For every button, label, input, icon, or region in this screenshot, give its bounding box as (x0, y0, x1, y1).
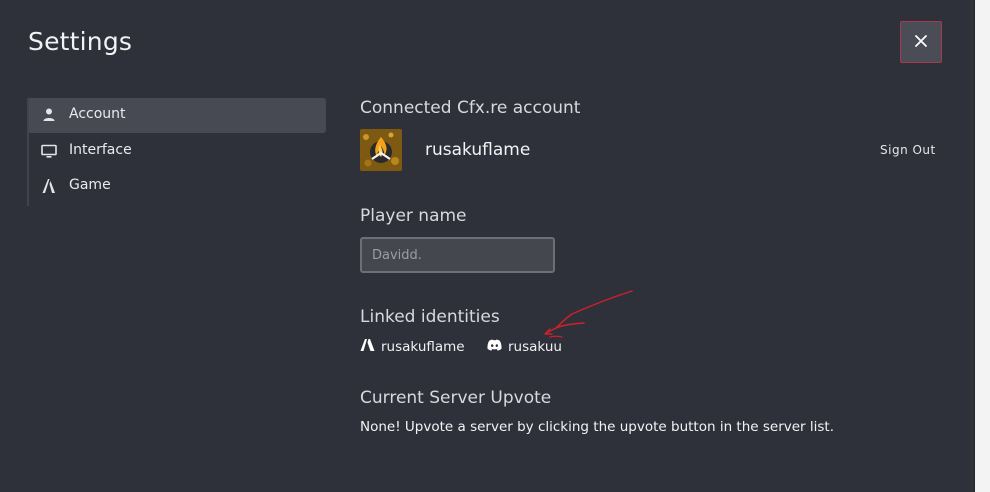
upvote-section-title: Current Server Upvote (360, 388, 552, 408)
avatar (360, 129, 402, 171)
player-name-input[interactable] (360, 237, 555, 273)
upvote-status-text: None! Upvote a server by clicking the up… (360, 419, 835, 435)
fivem-icon (360, 339, 381, 355)
account-username: rusakuflame (425, 140, 531, 160)
right-margin (975, 0, 990, 492)
identity-name: rusakuflame (381, 339, 465, 355)
linked-identities-title: Linked identities (360, 307, 500, 327)
sidebar-item-label: Game (69, 177, 111, 193)
sidebar-item-interface[interactable]: Interface (29, 134, 326, 169)
discord-icon (487, 339, 508, 355)
monitor-icon (41, 143, 57, 159)
user-icon (41, 107, 57, 123)
close-button[interactable] (900, 21, 942, 63)
sidebar-item-label: Interface (69, 142, 132, 158)
sign-out-button[interactable]: Sign Out (880, 143, 936, 157)
sidebar-item-game[interactable]: Game (29, 169, 326, 204)
close-icon (914, 33, 928, 52)
settings-sidebar: Account Interface Game (27, 98, 326, 206)
sidebar-item-account[interactable]: Account (29, 98, 326, 133)
identity-cfx: rusakuflame (360, 338, 465, 356)
player-name-title: Player name (360, 206, 467, 226)
account-section-title: Connected Cfx.re account (360, 98, 581, 118)
annotation-arrow (544, 290, 633, 338)
page-title: Settings (28, 27, 133, 56)
sidebar-item-label: Account (69, 106, 126, 122)
fivem-icon (41, 178, 57, 194)
